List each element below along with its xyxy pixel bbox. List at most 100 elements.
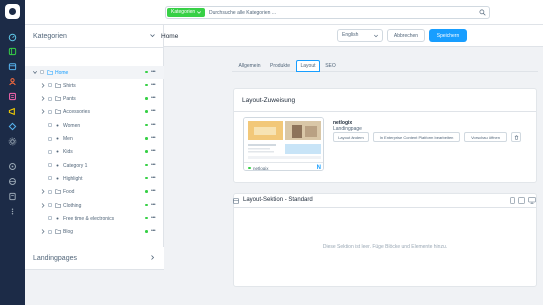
more-actions-icon[interactable]: •••	[151, 136, 156, 141]
categories-title: Kategorien	[33, 32, 67, 40]
tree-item[interactable]: Shirts •••	[25, 79, 164, 92]
customers-icon[interactable]	[8, 77, 17, 86]
category-dot-icon	[56, 177, 59, 180]
chevron-down-icon[interactable]	[33, 70, 37, 75]
app-logo[interactable]	[5, 4, 20, 19]
folder-icon	[55, 202, 61, 208]
visibility-status-dot	[145, 203, 148, 206]
more-actions-icon[interactable]: •••	[151, 96, 156, 101]
landingpages-section-header[interactable]: Landingpages	[25, 247, 164, 269]
tree-item-label: Highlight	[63, 175, 83, 182]
more-actions-icon[interactable]: •••	[151, 229, 156, 234]
tree-item[interactable]: Food •••	[25, 185, 164, 198]
orders-icon[interactable]	[8, 62, 17, 71]
tree-item-label: Shirts	[63, 82, 76, 89]
visibility-status-dot	[145, 123, 148, 127]
delete-layout-button[interactable]	[511, 132, 521, 142]
tab-seo[interactable]: SEO	[323, 60, 338, 72]
tree-item[interactable]: Women •••	[25, 119, 164, 132]
tree-item-checkbox[interactable]	[48, 136, 52, 141]
change-layout-button[interactable]: Layout ändern	[333, 132, 369, 142]
mobile-view-icon[interactable]	[510, 197, 515, 204]
more-actions-icon[interactable]: •••	[151, 69, 156, 75]
tree-item[interactable]: Pants •••	[25, 92, 164, 105]
tree-item-label: Blog	[63, 229, 74, 236]
tree-item[interactable]: Highlight •••	[25, 172, 164, 185]
folder-icon	[55, 96, 61, 101]
chevron-down-icon[interactable]	[150, 33, 155, 38]
more-actions-icon[interactable]: •••	[151, 202, 156, 208]
search-input[interactable]	[209, 8, 449, 17]
tab-produkte[interactable]: Produkte	[267, 60, 293, 72]
tree-item[interactable]: Clothing •••	[25, 199, 164, 212]
tree-item-checkbox[interactable]	[48, 203, 52, 207]
tab-allgemein[interactable]: Allgemein	[236, 60, 263, 72]
tree-item[interactable]: Category 1 •••	[25, 159, 164, 172]
tree-item-checkbox[interactable]	[48, 109, 52, 114]
sales-channel-icon[interactable]	[8, 162, 17, 171]
chevron-right-icon[interactable]	[41, 229, 45, 234]
chevron-down-icon	[197, 11, 202, 14]
category-panel: Kategorien Home ••• Shirts ••• Pants ••• Acces…	[25, 25, 164, 305]
tree-item[interactable]: Kids •••	[25, 145, 164, 158]
tree-item[interactable]: Free time & electronics •••	[25, 212, 164, 225]
search-icon[interactable]	[479, 9, 486, 16]
content-icon[interactable]	[8, 92, 17, 101]
open-preview-button[interactable]: Vorschau öffnen	[464, 132, 507, 142]
tree-item-checkbox[interactable]	[48, 216, 52, 221]
tab-layout[interactable]: Layout	[296, 60, 320, 72]
save-button[interactable]: Speichern	[429, 29, 467, 42]
language-select[interactable]: English	[337, 29, 383, 42]
search-category-badge[interactable]: Kategorien	[167, 8, 206, 17]
more-actions-icon[interactable]: •••	[151, 82, 156, 88]
more-icon[interactable]	[8, 207, 17, 216]
desktop-view-icon[interactable]	[528, 197, 536, 204]
trash-icon	[514, 134, 518, 140]
more-actions-icon[interactable]: •••	[151, 189, 156, 194]
more-actions-icon[interactable]: •••	[151, 122, 156, 128]
tree-item[interactable]: Men •••	[25, 132, 164, 145]
language-value: English	[342, 32, 359, 38]
more-actions-icon[interactable]: •••	[151, 162, 156, 168]
tree-item-checkbox[interactable]	[40, 70, 44, 74]
tree-item-checkbox[interactable]	[48, 229, 52, 234]
chevron-right-icon[interactable]	[41, 96, 45, 101]
tablet-view-icon[interactable]	[518, 197, 525, 204]
category-dot-icon	[56, 124, 59, 127]
visibility-status-dot	[145, 163, 148, 167]
tree-item-checkbox[interactable]	[48, 176, 52, 181]
chevron-right-icon[interactable]	[41, 109, 45, 115]
tree-item[interactable]: Accessories •••	[25, 105, 164, 118]
chevron-right-icon[interactable]	[41, 202, 45, 208]
tree-item-label: Clothing	[63, 202, 82, 209]
category-dot-icon	[56, 164, 59, 167]
chevron-right-icon[interactable]	[41, 189, 45, 194]
layout-preview[interactable]: netlogix N	[243, 117, 324, 171]
tree-item-checkbox[interactable]	[48, 189, 52, 194]
tree-item[interactable]: Home •••	[25, 65, 164, 79]
tree-item-checkbox[interactable]	[48, 123, 52, 128]
tree-item[interactable]: Blog •••	[25, 225, 164, 238]
folder-icon	[55, 229, 61, 234]
chevron-right-icon[interactable]	[41, 83, 45, 88]
tree-item-checkbox[interactable]	[48, 149, 52, 154]
tree-item-checkbox[interactable]	[48, 96, 52, 101]
categories-section-header[interactable]: Kategorien	[25, 25, 164, 47]
more-actions-icon[interactable]: •••	[151, 149, 156, 154]
edit-in-ecp-button[interactable]: In Enterprise Content Platform bearbeite…	[373, 132, 460, 142]
tree-item-checkbox[interactable]	[48, 163, 52, 168]
dashboard-icon[interactable]	[8, 33, 17, 42]
cancel-button[interactable]: Abbrechen	[387, 29, 425, 42]
storefront-icon[interactable]	[8, 177, 17, 186]
catalogue-icon[interactable]	[8, 47, 17, 56]
marketing-icon[interactable]	[8, 107, 17, 116]
tree-item-label: Women	[63, 122, 81, 129]
more-actions-icon[interactable]: •••	[151, 109, 156, 114]
chevron-right-icon[interactable]	[150, 255, 155, 260]
tree-item-checkbox[interactable]	[48, 83, 52, 88]
pos-icon[interactable]	[8, 192, 17, 201]
more-actions-icon[interactable]: •••	[151, 215, 156, 221]
more-actions-icon[interactable]: •••	[151, 175, 156, 181]
extensions-icon[interactable]	[8, 122, 17, 131]
settings-icon[interactable]	[8, 137, 17, 146]
